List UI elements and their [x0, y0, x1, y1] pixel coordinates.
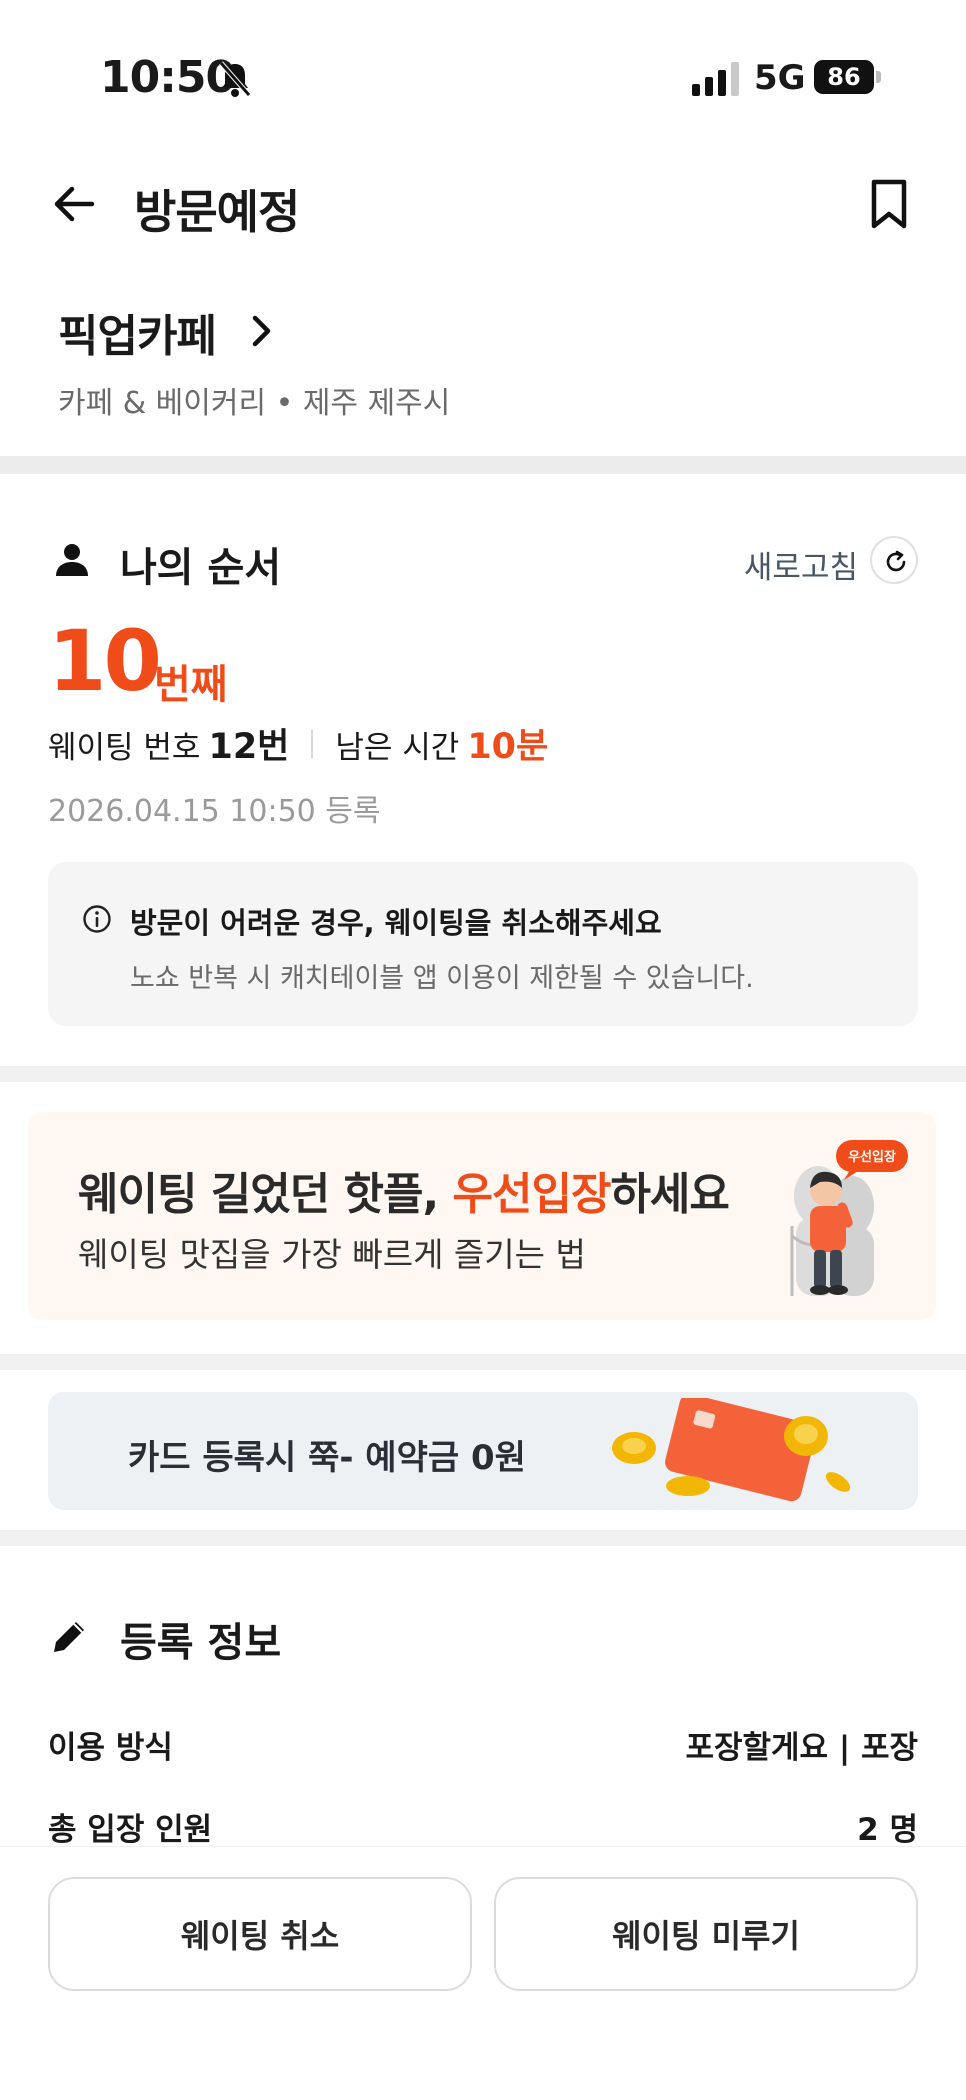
waiting-detail-screen: 10:50 5G 86 방문예정 픽업카페 카페 & 베이커리 • 제주 제주시… [0, 0, 966, 2100]
top-nav: 방문예정 [0, 160, 966, 250]
cancel-waiting-button[interactable]: 웨이팅 취소 [48, 1877, 472, 1991]
store-name: 픽업카페 [58, 311, 217, 362]
info-row-value: 포장할게요 | 포장 [685, 1730, 918, 1766]
bottom-action-bar: 웨이팅 취소 웨이팅 미루기 [0, 1846, 966, 2100]
promo-title: 웨이팅 길었던 핫플, 우선입장하세요 [78, 1158, 730, 1222]
back-arrow-icon[interactable] [50, 180, 98, 228]
section-divider [0, 1354, 966, 1370]
waiting-number: 12번 [208, 727, 290, 767]
separator [311, 729, 314, 758]
rank-number: 10 [48, 612, 162, 710]
status-bar: 10:50 5G 86 [0, 0, 966, 150]
waiting-info-line: 웨이팅 번호 12번 남은 시간 10분 [48, 718, 548, 769]
signal-icon [692, 62, 739, 96]
refresh-label[interactable]: 새로고침 [744, 542, 858, 587]
postpone-waiting-button[interactable]: 웨이팅 미루기 [494, 1877, 918, 1991]
promo-title-part1: 웨이팅 길었던 핫플, [78, 1169, 453, 1220]
registered-timestamp: 2026.04.15 10:50 등록 [48, 794, 381, 829]
registration-info-title: 등록 정보 [120, 1620, 282, 1666]
person-icon [56, 544, 88, 576]
priority-entry-illustration: 우선입장 [790, 1140, 908, 1296]
card-registration-banner[interactable]: 카드 등록시 쭉- 예약금 0원 [48, 1392, 918, 1510]
bell-off-icon [219, 61, 251, 97]
battery-icon: 86 [814, 60, 881, 94]
cancel-notice-box: 방문이 어려운 경우, 웨이팅을 취소해주세요 노쇼 반복 시 캐치테이블 앱 … [48, 862, 918, 1026]
network-type: 5G [754, 58, 806, 98]
status-time: 10:50 [100, 52, 236, 103]
info-row-label: 이용 방식 [48, 1730, 173, 1766]
promo-subtitle: 웨이팅 맛집을 가장 빠르게 즐기는 법 [78, 1235, 586, 1274]
battery-level: 86 [814, 60, 874, 94]
priority-entry-banner[interactable]: 웨이팅 길었던 핫플, 우선입장하세요 웨이팅 맛집을 가장 빠르게 즐기는 법… [28, 1112, 936, 1320]
info-icon [83, 905, 111, 933]
notice-title: 방문이 어려운 경우, 웨이팅을 취소해주세요 [130, 906, 662, 940]
notice-description: 노쇼 반복 시 캐치테이블 앱 이용이 제한될 수 있습니다. [130, 963, 754, 994]
promo-title-accent: 우선입장 [452, 1169, 612, 1220]
bookmark-icon[interactable] [866, 178, 912, 230]
promo-badge: 우선입장 [848, 1149, 896, 1165]
waiting-number-label: 웨이팅 번호 [48, 730, 201, 766]
card-banner-text: 카드 등록시 쭉- 예약금 0원 [128, 1438, 526, 1478]
page-title: 방문예정 [134, 185, 300, 239]
card-coins-illustration [612, 1398, 851, 1502]
remaining-time: 10분 [467, 727, 549, 767]
queue-rank: 10 번째 [48, 612, 228, 710]
section-divider [0, 456, 966, 474]
chevron-right-icon [252, 315, 271, 347]
refresh-button[interactable] [870, 536, 918, 584]
section-divider [0, 1066, 966, 1082]
store-name-link[interactable]: 픽업카페 [58, 300, 271, 364]
my-order-header: 나의 순서 새로고침 [48, 530, 918, 591]
rank-unit: 번째 [154, 662, 228, 708]
refresh-icon [886, 550, 906, 572]
promo-title-part2: 하세요 [610, 1169, 729, 1220]
remaining-time-label: 남은 시간 [335, 730, 460, 766]
section-divider [0, 1530, 966, 1546]
store-category-location: 카페 & 베이커리 • 제주 제주시 [58, 386, 451, 421]
info-row-value: 2 명 [857, 1812, 918, 1848]
info-row-label: 총 입장 인원 [48, 1812, 213, 1848]
registration-info-header: 등록 정보 [48, 1606, 918, 1666]
my-order-title: 나의 순서 [120, 545, 282, 591]
info-row-usage: 이용 방식 포장할게요 | 포장 [48, 1722, 918, 1772]
pencil-icon [54, 1622, 84, 1652]
